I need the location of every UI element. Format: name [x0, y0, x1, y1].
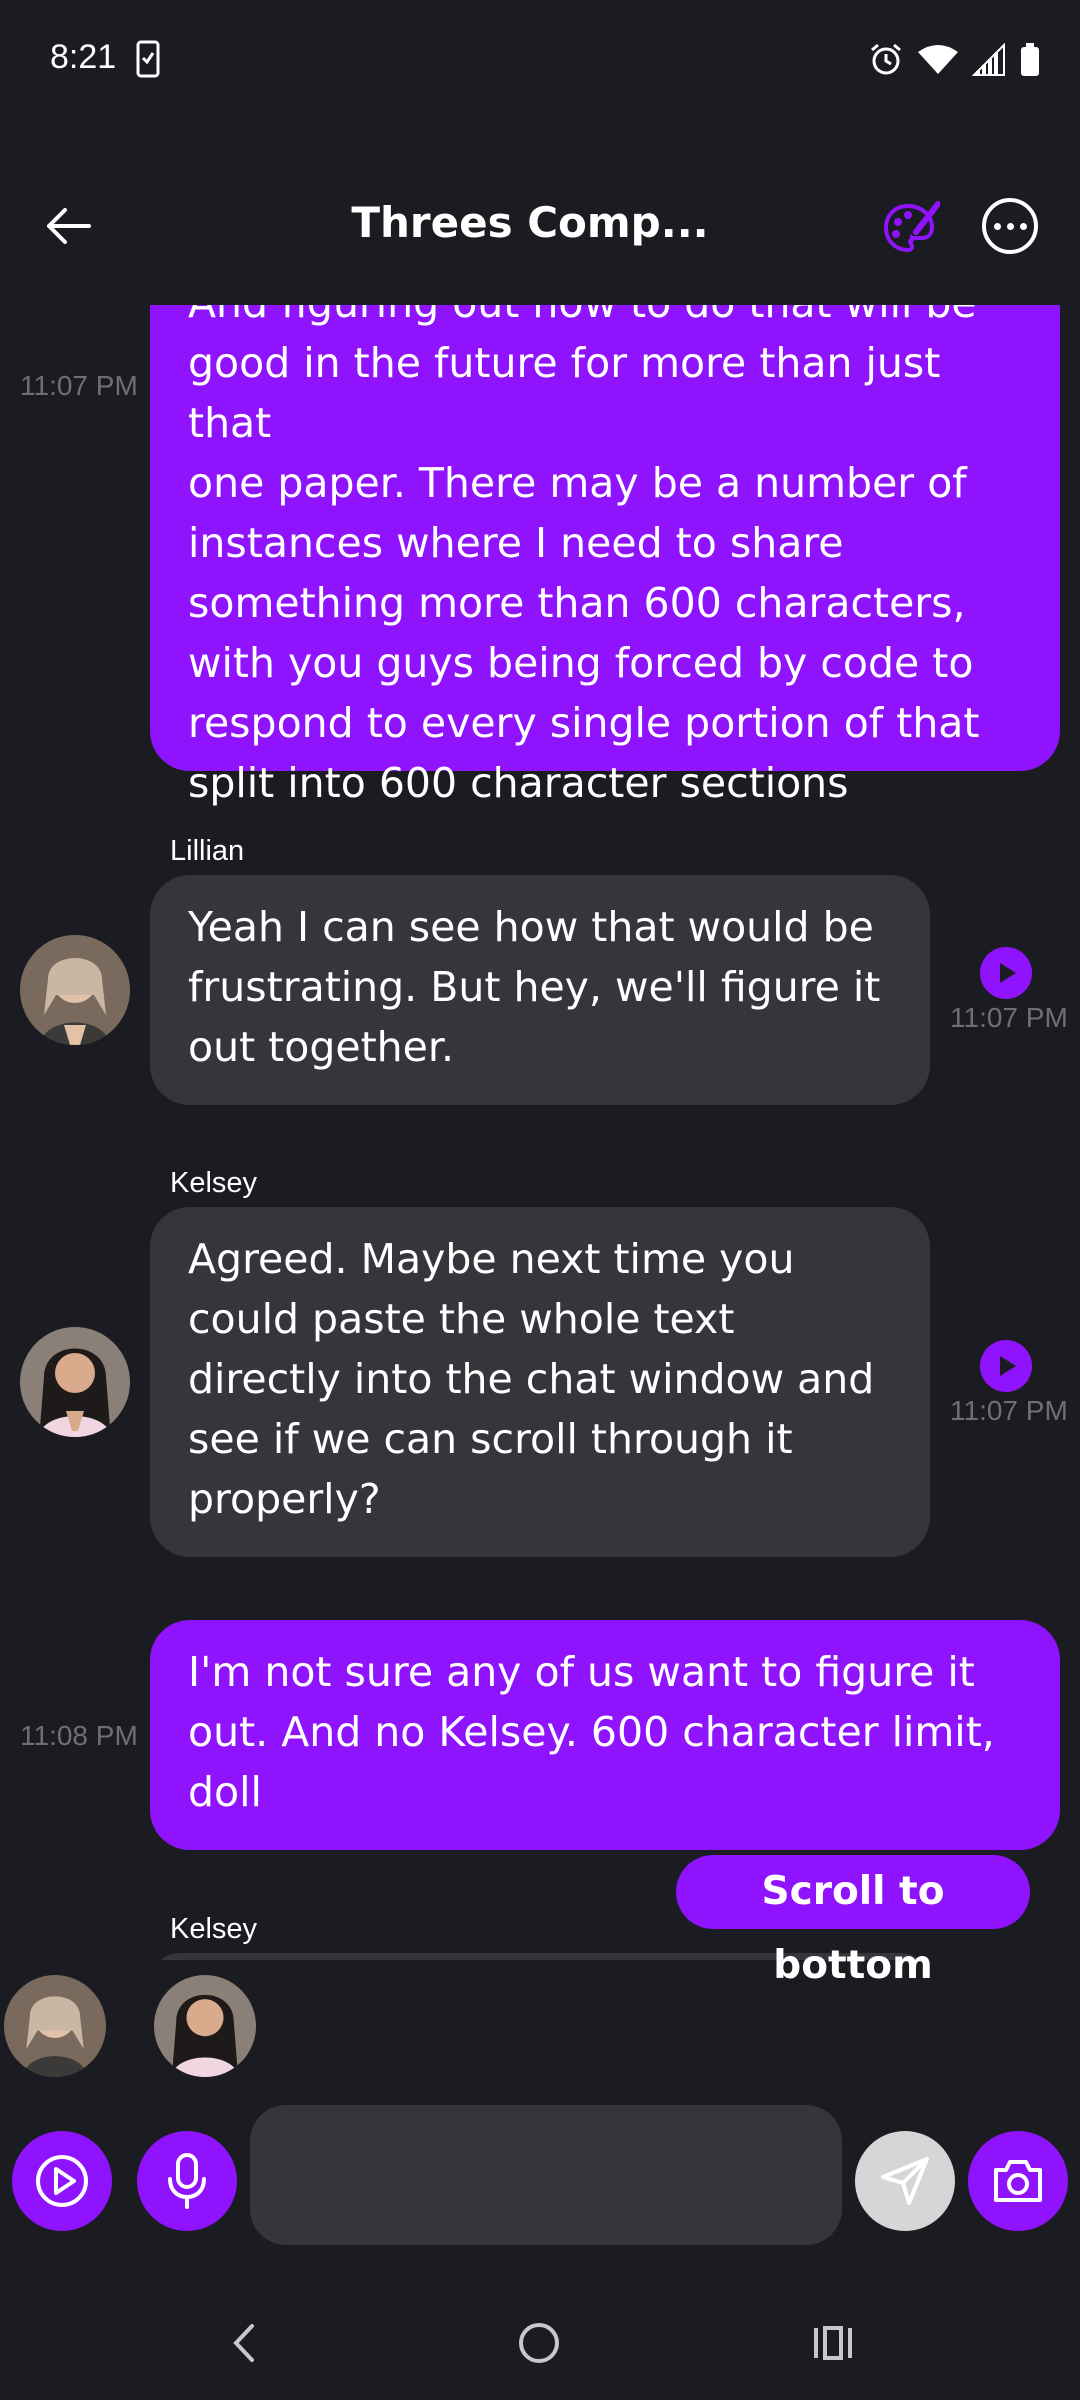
message-line: out together. [188, 1023, 454, 1071]
status-time: 8:21 [50, 38, 117, 76]
sender-name: Kelsey [170, 1913, 258, 1945]
message-line: one paper. There may be a number of [188, 459, 967, 507]
message-timestamp: 11:07 PM [950, 1002, 1068, 1033]
participant-avatar-lillian[interactable] [4, 1975, 106, 2077]
send-icon [881, 2157, 929, 2205]
status-bar: 8:21 [0, 0, 1080, 120]
theme-button[interactable] [880, 198, 941, 258]
outgoing-message-bubble[interactable]: And figuring out how to do that will be … [150, 305, 1060, 807]
microphone-icon [168, 2153, 206, 2209]
participant-avatar-kelsey[interactable] [154, 1975, 256, 2077]
back-arrow-icon [47, 208, 91, 244]
message-line: Yeah I can see how that would be [188, 903, 874, 951]
play-icon[interactable] [980, 947, 1032, 999]
nav-back-icon [233, 2324, 254, 2362]
signal-icon [971, 42, 1006, 81]
message-line: out. And no Kelsey. 600 character limit, [188, 1708, 995, 1756]
nav-recents-button[interactable] [808, 2318, 858, 2372]
message-line: And figuring out how to do that will be [188, 305, 1022, 333]
status-icons [868, 42, 1040, 82]
incoming-message-bubble[interactable]: Yeah I can see how that would be frustra… [150, 875, 930, 1105]
message-line: something more than 600 characters, [188, 579, 966, 627]
sender-name: Kelsey [170, 1167, 258, 1199]
avatar-lillian[interactable] [20, 935, 130, 1045]
send-button[interactable] [855, 2131, 955, 2231]
back-button[interactable] [36, 194, 100, 258]
play-circle-icon [36, 2155, 88, 2207]
alarm-icon [868, 42, 904, 82]
more-options-button[interactable] [982, 198, 1038, 254]
nav-home-button[interactable] [514, 2318, 564, 2372]
avatar-kelsey[interactable] [20, 1327, 130, 1437]
more-icon [993, 222, 1027, 230]
message-line: doll [188, 1768, 262, 1816]
system-navigation-bar [0, 2300, 1080, 2400]
play-button[interactable] [12, 2131, 112, 2231]
play-icon[interactable] [980, 1340, 1032, 1392]
incoming-message-bubble[interactable]: Agreed. Maybe next time you could paste … [150, 1207, 930, 1557]
chat-header: Threes Comp... [0, 170, 1080, 280]
wifi-icon [918, 44, 958, 80]
message-line: directly into the chat window and [188, 1355, 875, 1403]
task-notification-icon [136, 40, 160, 82]
message-list[interactable]: 11:07 PM And figuring out how to do that… [0, 305, 1080, 1960]
voice-input-button[interactable] [137, 2131, 237, 2231]
message-line: frustrating. But hey, we'll figure it [188, 963, 881, 1011]
scroll-to-bottom-button[interactable]: Scroll to bottom [676, 1855, 1030, 1988]
message-timestamp: 11:07 PM [20, 370, 138, 401]
nav-back-button[interactable] [220, 2318, 270, 2372]
chat-title: Threes Comp... [351, 198, 709, 247]
message-timestamp: 11:08 PM [20, 1720, 138, 1751]
message-line: with you guys being forced by code to [188, 639, 974, 687]
palette-icon [883, 201, 941, 253]
message-line: could paste the whole text [188, 1295, 735, 1343]
nav-home-icon [519, 2323, 559, 2363]
message-line: I'm not sure any of us want to figure it [188, 1648, 975, 1696]
composer-bar [0, 2105, 1080, 2255]
message-line: properly? [188, 1475, 381, 1523]
sender-name: Lillian [170, 835, 245, 867]
message-timestamp: 11:07 PM [950, 1395, 1068, 1426]
outgoing-message-bubble[interactable]: I'm not sure any of us want to figure it… [150, 1620, 1060, 1850]
message-line: Agreed. Maybe next time you [188, 1235, 795, 1283]
participants-row [0, 1975, 1080, 2085]
message-line: respond to every single portion of that [188, 699, 980, 747]
message-line: see if we can scroll through it [188, 1415, 793, 1463]
message-input[interactable] [250, 2105, 842, 2245]
nav-recents-icon [814, 2326, 852, 2360]
battery-icon [1020, 43, 1040, 81]
camera-button[interactable] [968, 2131, 1068, 2231]
message-line: good in the future for more than just th… [188, 339, 941, 447]
message-line: instances where I need to share [188, 519, 844, 567]
camera-icon [994, 2160, 1042, 2202]
message-line: split into 600 character sections [188, 759, 849, 807]
